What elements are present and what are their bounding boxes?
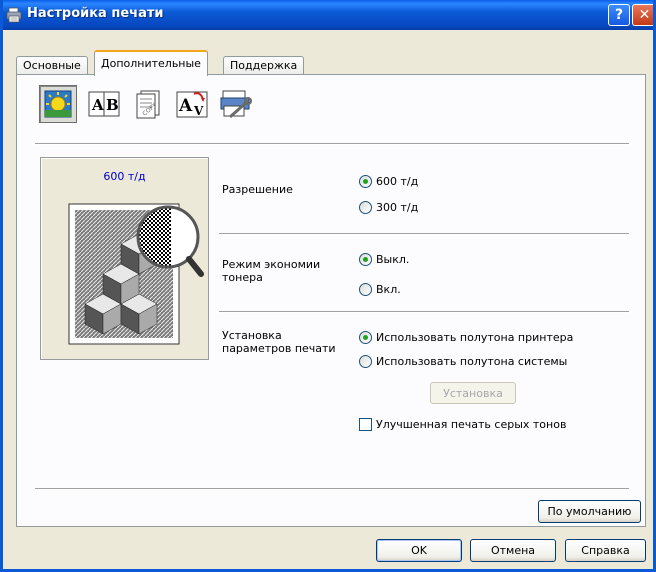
gray-enhance-checkbox[interactable] <box>359 418 372 431</box>
resolution-300-option[interactable]: 300 т/д <box>359 201 418 214</box>
resolution-300-radio[interactable] <box>359 201 372 214</box>
toner-on-label: Вкл. <box>376 283 401 296</box>
ok-button[interactable]: OK <box>376 539 462 562</box>
svg-text:A: A <box>91 96 104 114</box>
help-button[interactable]: ? <box>608 4 630 26</box>
help-dialog-button[interactable]: Справка <box>565 539 646 562</box>
print-settings-dialog: Настройка печати ? ✕ Основные Дополнител… <box>0 0 656 572</box>
svg-text:B: B <box>106 96 119 114</box>
quality-icon <box>44 90 72 118</box>
gray-enhance-label: Улучшенная печать серых тонов <box>376 418 567 431</box>
device-options-button[interactable] <box>217 85 255 123</box>
tab-support[interactable]: Поддержка <box>223 56 305 75</box>
toolbar-separator <box>35 143 629 145</box>
print-settings-label-line2: параметров печати <box>222 342 336 355</box>
svg-text:A: A <box>178 96 193 116</box>
preview-resolution-label: 600 т/д <box>103 170 146 183</box>
preview-image <box>68 203 204 345</box>
printer-icon <box>6 7 22 23</box>
resolution-600-radio[interactable] <box>359 175 372 188</box>
watermark-ab-icon: A B <box>88 91 120 117</box>
system-halftone-option[interactable]: Использовать полутона системы <box>359 355 567 368</box>
printer-halftone-label: Использовать полутона принтера <box>376 331 574 344</box>
system-halftone-radio[interactable] <box>359 355 372 368</box>
font-button[interactable]: A V <box>173 85 211 123</box>
title-bar[interactable]: Настройка печати ? ✕ <box>3 0 653 30</box>
quality-button[interactable] <box>39 85 77 123</box>
printer-halftone-option[interactable]: Использовать полутона принтера <box>359 331 573 344</box>
resolution-600-label: 600 т/д <box>376 175 419 188</box>
resolution-300-label: 300 т/д <box>376 201 419 214</box>
tab-basic[interactable]: Основные <box>16 56 88 75</box>
font-icon: A V <box>176 91 208 118</box>
printer-halftone-radio[interactable] <box>359 331 372 344</box>
close-button[interactable]: ✕ <box>632 4 653 26</box>
preview-panel: 600 т/д <box>40 157 209 360</box>
window-title: Настройка печати <box>27 6 164 21</box>
copy-button[interactable]: COPY <box>129 85 167 123</box>
print-settings-label: Установка <box>222 329 282 342</box>
toner-off-label: Выкл. <box>376 253 410 266</box>
toner-off-radio[interactable] <box>359 253 372 266</box>
toner-save-label-line2: тонера <box>222 271 263 284</box>
cancel-button[interactable]: Отмена <box>470 539 556 562</box>
resolution-600-option[interactable]: 600 т/д <box>359 175 418 188</box>
copy-icon: COPY <box>136 90 160 119</box>
gray-enhance-option[interactable]: Улучшенная печать серых тонов <box>359 418 566 431</box>
bottom-separator <box>35 488 629 490</box>
resolution-label: Разрешение <box>222 183 293 196</box>
tab-advanced[interactable]: Дополнительные <box>94 50 208 76</box>
defaults-button[interactable]: По умолчанию <box>538 500 641 523</box>
svg-text:V: V <box>193 104 204 118</box>
toner-separator <box>219 311 629 313</box>
halftone-setup-button[interactable]: Установка <box>430 382 516 404</box>
toner-on-radio[interactable] <box>359 283 372 296</box>
tab-panel: A B COPY A V 600 т/д Разрешение 600 т/д … <box>16 74 646 527</box>
device-options-icon <box>220 90 252 119</box>
toner-off-option[interactable]: Выкл. <box>359 253 409 266</box>
system-halftone-label: Использовать полутона системы <box>376 355 568 368</box>
toner-on-option[interactable]: Вкл. <box>359 283 401 296</box>
resolution-separator <box>219 233 629 235</box>
toner-save-label: Режим экономии <box>222 258 321 271</box>
watermark-button[interactable]: A B <box>85 85 123 123</box>
